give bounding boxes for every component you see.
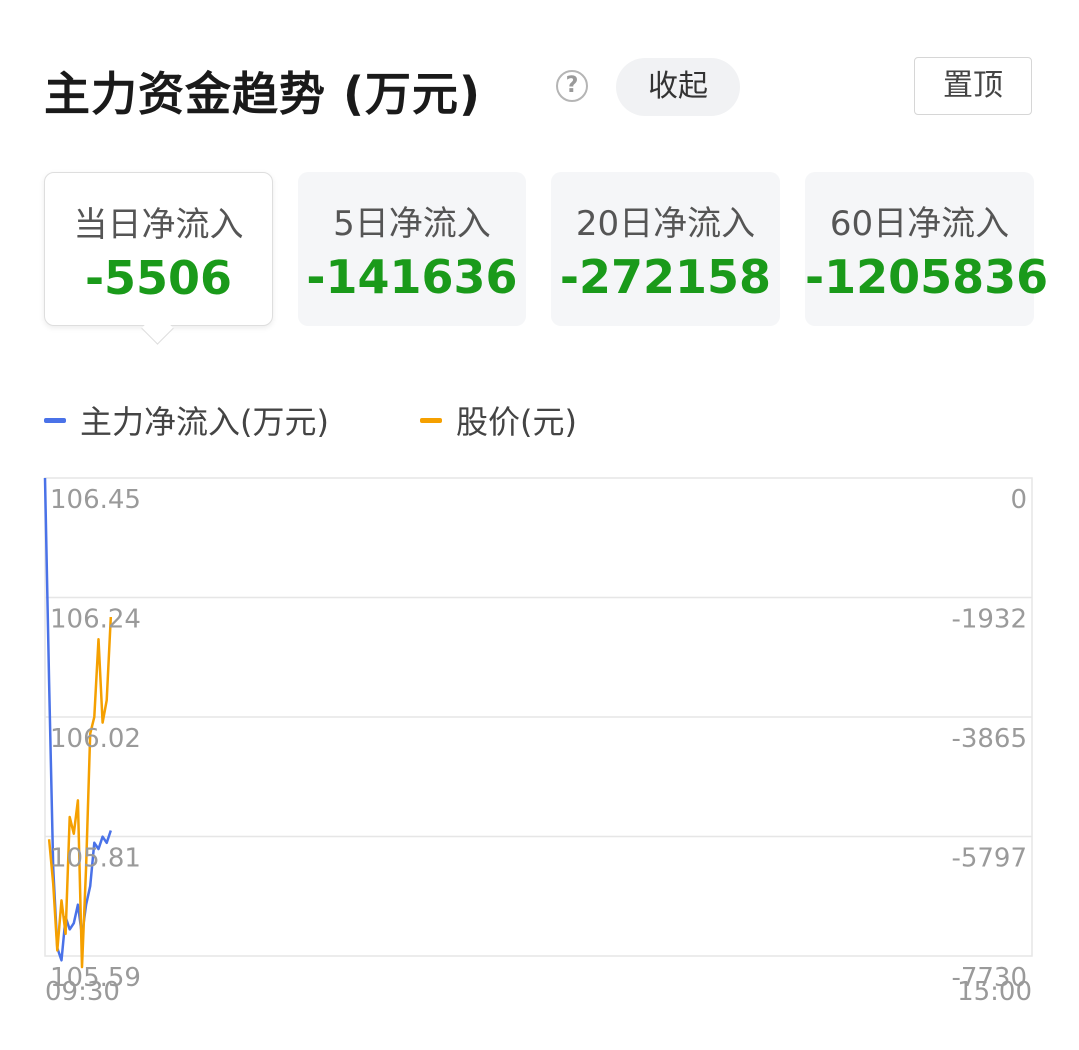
card-value: -141636 — [306, 250, 518, 304]
left-tick-label: 105.81 — [50, 844, 141, 874]
card-label: 当日净流入 — [73, 205, 244, 245]
pin-to-top-button[interactable]: 置顶 — [914, 57, 1032, 115]
card-label: 5日净流入 — [333, 204, 491, 244]
left-tick-label: 106.02 — [50, 724, 141, 754]
card-label: 20日净流入 — [575, 204, 756, 244]
legend-swatch-price — [420, 417, 442, 423]
card-value: -1205836 — [805, 250, 1049, 304]
fund-flow-chart[interactable]: 106.45 0 106.24 -1932 106.02 -3865 105.81 -5797… — [0, 460, 1079, 1020]
legend-label-price: 股价(元) — [456, 403, 577, 441]
series-line-price — [47, 616, 113, 969]
page-title: 主力资金趋势 (万元) — [44, 67, 482, 121]
legend-item-flow[interactable]: 主力净流入(万元) — [44, 398, 329, 442]
card-value: -272158 — [559, 250, 772, 304]
legend-swatch-flow — [44, 417, 66, 423]
card-20day-net-inflow[interactable]: 20日净流入 -272158 — [551, 172, 780, 326]
card-today-net-inflow[interactable]: 当日净流入 -5506 — [44, 172, 273, 326]
right-tick-label: 0 — [1010, 485, 1027, 515]
collapse-button[interactable]: 收起 — [616, 58, 740, 116]
help-icon[interactable]: ? — [556, 70, 588, 102]
x-tick-label: 15:00 — [957, 977, 1032, 1007]
x-tick-label: 09:30 — [45, 977, 120, 1007]
series-line-flow — [43, 477, 112, 962]
right-tick-label: -1932 — [951, 605, 1027, 635]
right-tick-label: -3865 — [951, 724, 1027, 754]
legend-item-price[interactable]: 股价(元) — [420, 398, 577, 442]
right-tick-label: -5797 — [951, 844, 1027, 874]
legend-label-flow: 主力净流入(万元) — [80, 403, 329, 441]
card-value: -5506 — [84, 251, 233, 305]
left-tick-label: 106.24 — [50, 605, 141, 635]
card-60day-net-inflow[interactable]: 60日净流入 -1205836 — [805, 172, 1049, 326]
card-5day-net-inflow[interactable]: 5日净流入 -141636 — [298, 172, 526, 326]
card-label: 60日净流入 — [829, 204, 1010, 244]
left-tick-label: 106.45 — [50, 485, 141, 515]
